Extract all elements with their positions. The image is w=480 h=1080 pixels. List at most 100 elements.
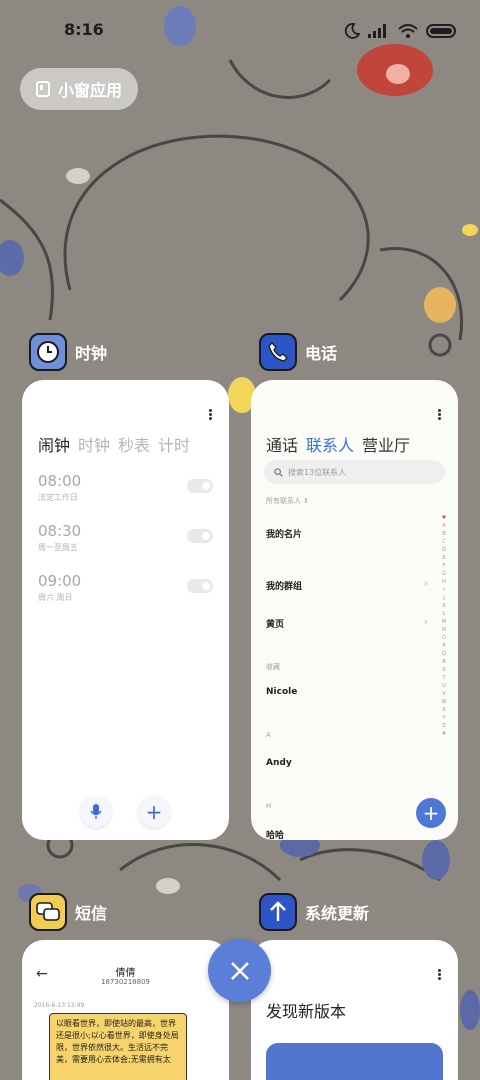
alphabet-letter[interactable]: F [440,562,448,570]
section-header: H [266,802,272,810]
alphabet-letter[interactable]: P [440,642,448,650]
alarm-desc: 周六 周日 [38,593,73,602]
alphabet-letter[interactable]: R [440,658,448,666]
search-icon [274,467,283,477]
alphabet-letter[interactable]: ♥ [440,514,448,522]
small-window-label: 小窗应用 [57,81,122,100]
alarm-desc: 周一至周五 [38,543,78,552]
clock-app-card[interactable]: 闹钟 时钟 秒表 计时 08:00 法定工作日 08:30 周一至周五 09:0… [22,380,229,840]
alphabet-letter[interactable]: B [440,530,448,538]
sms-app-card[interactable]: ← 倩倩 18730218809 2016-6-13 13:49 以眼看世界，即… [22,940,229,1080]
sort-icon: ⇕ [303,497,310,505]
alarm-item[interactable]: 08:30 周一至周五 [38,522,81,553]
alarm-item[interactable]: 09:00 周六 周日 [38,572,81,603]
update-app-name: 系统更新 [305,904,370,923]
more-options-icon[interactable] [438,408,442,421]
add-contact-button[interactable]: + [416,798,446,828]
alarm-desc: 法定工作日 [38,493,78,502]
alphabet-letter[interactable]: Y [440,714,448,722]
update-app-card[interactable]: 发现新版本 [251,940,458,1080]
tab-service-hall[interactable]: 营业厅 [362,432,410,456]
sms-contact-name: 倩倩 [115,968,136,979]
alphabet-letter[interactable]: # [440,730,448,738]
alphabet-letter[interactable]: K [440,602,448,610]
more-options-icon[interactable] [209,408,213,421]
plus-icon: + [422,801,440,825]
voice-alarm-button[interactable] [80,796,112,828]
alarm-toggle[interactable] [187,529,213,543]
tab-contacts[interactable]: 联系人 [306,432,354,456]
phone-icon [268,342,288,362]
contact-row[interactable]: Andy [266,758,292,768]
alphabet-letter[interactable]: L [440,610,448,618]
chevron-right-icon: › [423,577,428,590]
alphabet-letter[interactable]: A [440,522,448,530]
clock-app-header[interactable]: 时钟 [29,333,107,371]
small-window-apps-button[interactable]: 小窗应用 [20,68,138,110]
alarm-toggle[interactable] [187,579,213,593]
clock-app-name: 时钟 [75,344,108,363]
alphabet-letter[interactable]: U [440,682,448,690]
yellow-pages-row[interactable]: 黄页 [266,617,284,630]
alphabet-letter[interactable]: S [440,666,448,674]
contacts-filter[interactable]: 所有联系人 ⇕ [266,496,309,506]
add-alarm-button[interactable]: + [138,796,170,828]
message-bubble[interactable]: 以眼看世界，即使站的最高，世界还是很小;以心看世界，即使身处局限，世界依然很大。… [49,1013,187,1080]
close-icon [230,961,249,980]
alphabet-letter[interactable]: N [440,626,448,634]
more-options-icon[interactable] [438,968,442,981]
alphabet-index[interactable]: ♥ A B C D E F G H I J K L M N O P Q R S T U V W X Y Z # [440,514,448,738]
alphabet-letter[interactable]: E [440,554,448,562]
alphabet-letter[interactable]: V [440,690,448,698]
alphabet-letter[interactable]: H [440,578,448,586]
wifi-icon [398,24,418,38]
sms-contact-number: 18730218809 [101,978,150,986]
alphabet-letter[interactable]: X [440,706,448,714]
alarm-toggle[interactable] [187,479,213,493]
contact-row[interactable]: Nicole [266,687,297,697]
alarm-time: 08:30 [38,522,82,540]
phone-app-header[interactable]: 电话 [259,333,337,371]
update-title: 发现新版本 [266,1002,347,1021]
phone-app-card[interactable]: 通话 联系人 营业厅 搜索13位联系人 所有联系人 ⇕ 我的名片 我的群组 › … [251,380,458,840]
alphabet-letter[interactable]: J [440,594,448,602]
microphone-icon [90,804,102,819]
sms-date: 2016-6-13 13:49 [34,1002,85,1009]
alphabet-letter[interactable]: G [440,570,448,578]
my-groups-row[interactable]: 我的群组 [266,579,302,592]
chevron-right-icon: › [423,615,428,628]
my-card-row[interactable]: 我的名片 [266,527,302,540]
contacts-search-input[interactable]: 搜索13位联系人 [264,460,445,484]
contact-row[interactable]: 哈哈 [266,828,284,840]
signal-icon [368,24,386,38]
tab-calls[interactable]: 通话 [266,432,298,456]
tab-timer[interactable]: 计时 [158,432,190,456]
alphabet-letter[interactable]: W [440,698,448,706]
plus-icon: + [145,800,163,824]
alphabet-letter[interactable]: C [440,538,448,546]
filter-label: 所有联系人 [266,497,301,505]
arrow-up-icon [270,901,286,921]
clear-all-button[interactable] [208,939,271,1002]
update-app-icon [259,893,297,931]
alarm-time: 08:00 [38,472,82,490]
alphabet-letter[interactable]: Z [440,722,448,730]
update-app-header[interactable]: 系统更新 [259,893,369,931]
clock-app-icon [29,333,67,371]
tab-clock[interactable]: 时钟 [78,432,110,456]
section-favorites: 收藏 [266,663,280,671]
alphabet-letter[interactable]: M [440,618,448,626]
alphabet-letter[interactable]: Q [440,650,448,658]
alphabet-letter[interactable]: D [440,546,448,554]
tab-stopwatch[interactable]: 秒表 [118,432,150,456]
battery-icon [426,24,456,38]
moon-icon [344,23,360,39]
message-icon [36,902,60,921]
alphabet-letter[interactable]: I [440,586,448,594]
sms-app-header[interactable]: 短信 [29,893,107,931]
update-banner[interactable] [266,1043,443,1080]
alphabet-letter[interactable]: T [440,674,448,682]
alarm-item[interactable]: 08:00 法定工作日 [38,472,81,503]
alphabet-letter[interactable]: O [440,634,448,642]
tab-alarm[interactable]: 闹钟 [38,432,70,456]
